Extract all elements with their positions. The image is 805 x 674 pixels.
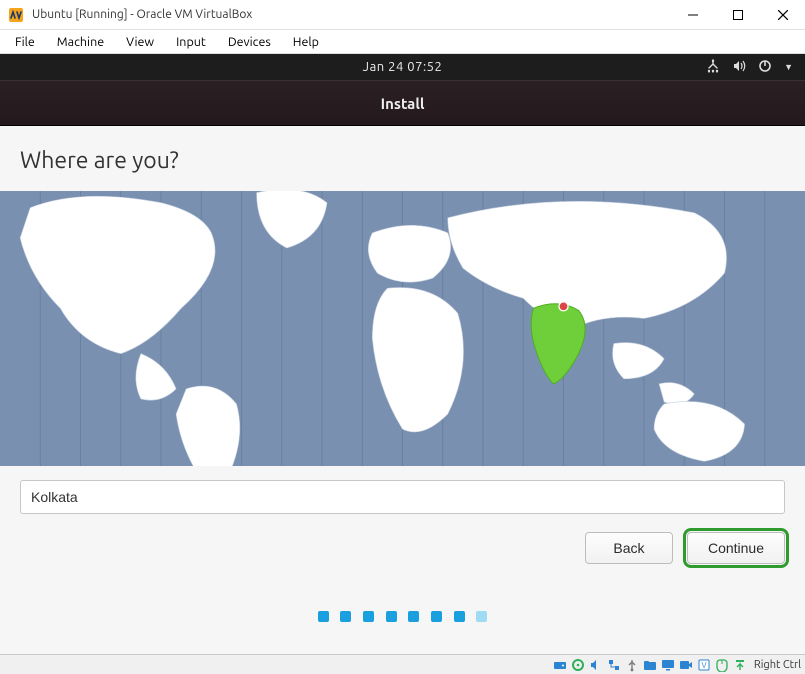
- system-tray[interactable]: ▼: [694, 59, 805, 76]
- usb-icon[interactable]: [624, 657, 640, 673]
- progress-dot: [318, 611, 329, 622]
- power-icon[interactable]: [758, 59, 772, 76]
- installer-titlebar: Install: [0, 80, 805, 126]
- host-window-title: Ubuntu [Running] - Oracle VM VirtualBox: [32, 8, 670, 21]
- minimize-button[interactable]: [670, 1, 715, 29]
- menu-input[interactable]: Input: [167, 33, 215, 51]
- guest-screen: Jan 24 07:52 ▼ Install Where are you?: [0, 54, 805, 654]
- installer-title: Install: [381, 95, 425, 112]
- timezone-map[interactable]: [0, 191, 805, 466]
- maximize-button[interactable]: [715, 1, 760, 29]
- host-titlebar: Ubuntu [Running] - Oracle VM VirtualBox: [0, 0, 805, 30]
- progress-dot: [454, 611, 465, 622]
- hdd-icon[interactable]: [552, 657, 568, 673]
- timezone-input[interactable]: [20, 480, 785, 514]
- recording-icon[interactable]: [678, 657, 694, 673]
- menu-file[interactable]: File: [6, 33, 44, 51]
- display-icon[interactable]: [660, 657, 676, 673]
- menu-devices[interactable]: Devices: [219, 33, 280, 51]
- vbox-ga-icon[interactable]: V: [696, 657, 712, 673]
- gnome-topbar: Jan 24 07:52 ▼: [0, 54, 805, 80]
- page-title: Where are you?: [20, 148, 785, 173]
- virtualbox-icon: [8, 7, 24, 23]
- close-button[interactable]: [760, 1, 805, 29]
- chevron-down-icon[interactable]: ▼: [784, 62, 793, 72]
- continue-button[interactable]: Continue: [687, 532, 785, 564]
- mouse-integration-icon[interactable]: [714, 657, 730, 673]
- network-icon[interactable]: [706, 59, 720, 76]
- clock[interactable]: Jan 24 07:52: [363, 60, 443, 74]
- progress-dot: [476, 611, 487, 622]
- menu-machine[interactable]: Machine: [48, 33, 113, 51]
- installer-body: Where are you?: [0, 126, 805, 626]
- back-button[interactable]: Back: [585, 532, 673, 564]
- progress-dot: [431, 611, 442, 622]
- network-status-icon[interactable]: [606, 657, 622, 673]
- volume-icon[interactable]: [732, 59, 746, 76]
- host-key-label: Right Ctrl: [754, 659, 801, 671]
- shared-folder-icon[interactable]: [642, 657, 658, 673]
- progress-dot: [408, 611, 419, 622]
- location-pin-icon: [559, 302, 568, 311]
- progress-dots: [20, 608, 785, 626]
- host-menubar: File Machine View Input Devices Help: [0, 30, 805, 54]
- audio-icon[interactable]: [588, 657, 604, 673]
- menu-help[interactable]: Help: [284, 33, 328, 51]
- progress-dot: [363, 611, 374, 622]
- optical-icon[interactable]: [570, 657, 586, 673]
- host-statusbar: V Right Ctrl: [0, 654, 805, 674]
- menu-view[interactable]: View: [117, 33, 163, 51]
- svg-text:V: V: [701, 661, 706, 670]
- progress-dot: [386, 611, 397, 622]
- progress-dot: [340, 611, 351, 622]
- keyboard-capture-icon[interactable]: [732, 657, 748, 673]
